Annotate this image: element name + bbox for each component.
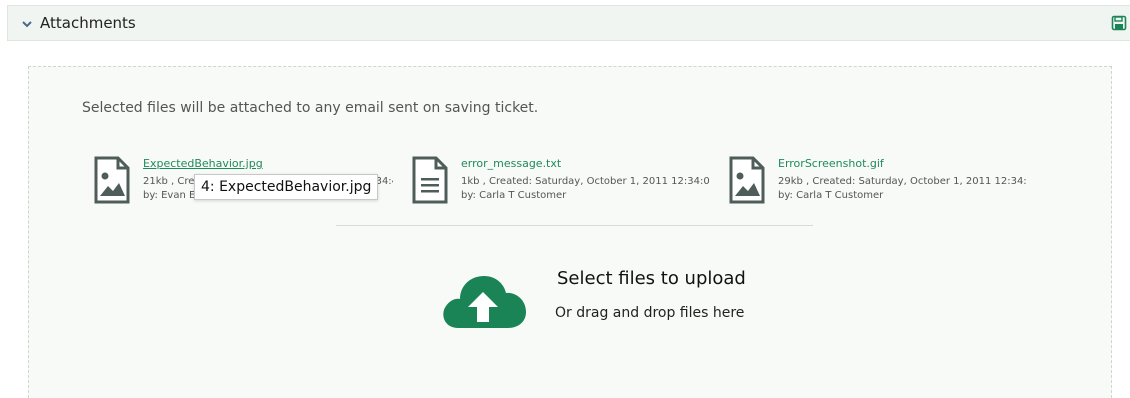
attachment-link[interactable]: ExpectedBehavior.jpg <box>143 157 263 170</box>
text-file-icon <box>412 156 448 204</box>
attachment-item[interactable]: error_message.txt 1kb , Created: Saturda… <box>412 156 712 206</box>
attachment-meta: 1kb , Created: Saturday, October 1, 2011… <box>461 176 710 201</box>
attachment-link[interactable]: ErrorScreenshot.gif <box>778 157 884 170</box>
divider <box>336 225 813 226</box>
attachment-meta: 29kb , Created: Saturday, October 1, 201… <box>778 176 1027 201</box>
upload-title[interactable]: Select files to upload <box>557 268 746 289</box>
attachment-tooltip: 4: ExpectedBehavior.jpg <box>194 174 379 200</box>
attachment-link[interactable]: error_message.txt <box>461 157 561 170</box>
upload-subtitle: Or drag and drop files here <box>555 305 745 321</box>
attachment-note: Selected files will be attached to any e… <box>82 100 539 116</box>
save-icon[interactable] <box>1111 15 1127 31</box>
file-drop-zone[interactable]: Selected files will be attached to any e… <box>28 66 1112 398</box>
chevron-down-icon[interactable] <box>21 18 33 30</box>
panel-title: Attachments <box>40 14 136 32</box>
attachments-panel-header[interactable]: Attachments <box>7 5 1130 41</box>
attachment-item[interactable]: ErrorScreenshot.gif 29kb , Created: Satu… <box>729 156 1029 206</box>
cloud-upload-icon[interactable] <box>438 262 528 332</box>
image-file-icon <box>729 156 765 204</box>
image-file-icon <box>94 156 130 204</box>
